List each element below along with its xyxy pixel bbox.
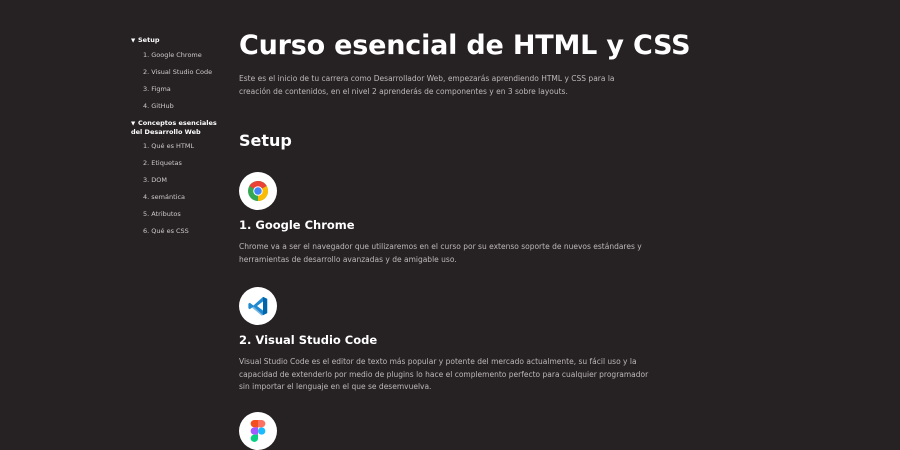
table-of-contents: ▼ Setup 1. Google Chrome 2. Visual Studio… <box>131 36 226 244</box>
vscode-icon-graphic <box>248 296 268 316</box>
item-description: Visual Studio Code es el editor de texto… <box>239 357 649 391</box>
figma-icon <box>239 411 277 450</box>
toc-item-google-chrome[interactable]: 1. Google Chrome <box>131 51 226 60</box>
setup-item-vscode: 2. Visual Studio Code Visual Studio Code… <box>239 287 659 394</box>
intro-paragraph: Este es el inicio de tu carrera como Des… <box>239 74 615 96</box>
item-title: 1. Google Chrome <box>239 218 355 232</box>
toc-section-title[interactable]: ▼ Conceptos esenciales del Desarrollo Web <box>131 119 226 137</box>
toc-section-setup: ▼ Setup 1. Google Chrome 2. Visual Studio… <box>131 36 226 110</box>
toc-item-etiquetas[interactable]: 2. Etiquetas <box>131 159 226 168</box>
toc-item-atributos[interactable]: 5. Atributos <box>131 210 226 219</box>
toc-item-que-es-css[interactable]: 6. Qué es CSS <box>131 227 226 236</box>
main-content: Curso esencial de HTML y CSS Este es el … <box>239 30 691 450</box>
chrome-icon <box>239 172 277 210</box>
toc-item-github[interactable]: 4. GitHub <box>131 102 226 111</box>
setup-item-chrome: 1. Google Chrome Chrome va a ser el nave… <box>239 172 659 266</box>
toc-item-dom[interactable]: 3. DOM <box>131 176 226 185</box>
toc-section-title[interactable]: ▼ Setup <box>131 36 226 46</box>
item-description: Chrome va a ser el navegador que utiliza… <box>239 242 642 264</box>
toc-item-figma[interactable]: 3. Figma <box>131 85 226 94</box>
chrome-icon-graphic <box>248 181 268 201</box>
page-title: Curso esencial de HTML y CSS <box>239 30 691 61</box>
triangle-down-icon[interactable]: ▼ <box>131 37 138 46</box>
toc-item-semantica[interactable]: 4. semántica <box>131 193 226 202</box>
section-title-setup: Setup <box>239 131 292 150</box>
setup-item-figma <box>239 411 659 450</box>
toc-item-que-es-html[interactable]: 1. Qué es HTML <box>131 142 226 151</box>
item-title: 2. Visual Studio Code <box>239 333 378 347</box>
triangle-down-icon[interactable]: ▼ <box>131 120 138 129</box>
toc-item-visual-studio-code[interactable]: 2. Visual Studio Code <box>131 68 226 77</box>
toc-section-conceptos: ▼ Conceptos esenciales del Desarrollo Web… <box>131 119 226 236</box>
vscode-icon <box>239 287 277 325</box>
figma-icon-graphic <box>250 419 266 442</box>
